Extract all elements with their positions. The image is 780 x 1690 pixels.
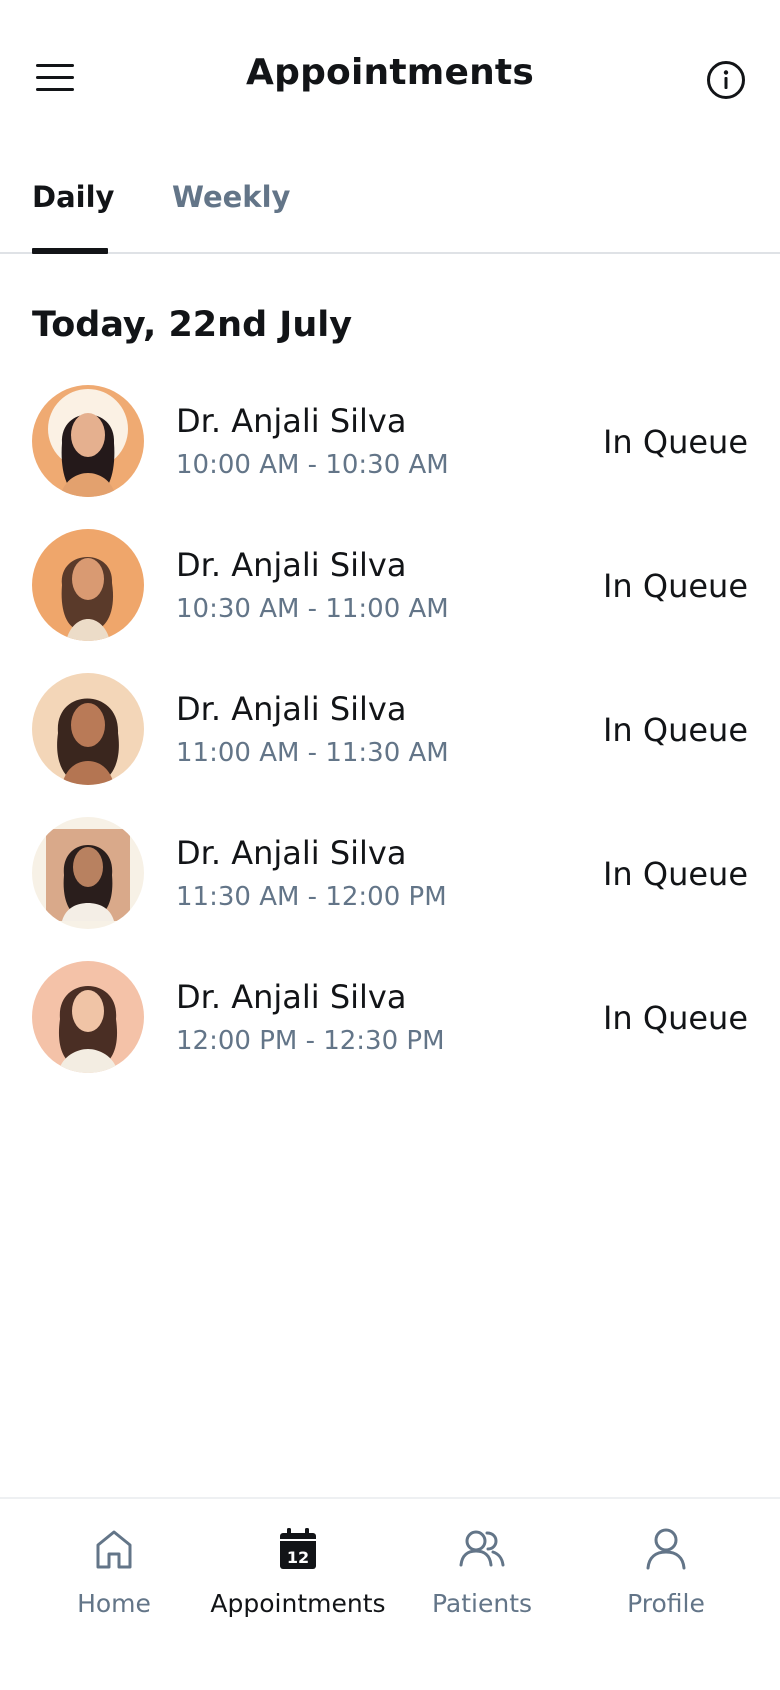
appointment-time: 11:30 AM - 12:00 PM (176, 882, 447, 912)
appointment-row[interactable]: Dr. Anjali Silva 10:00 AM - 10:30 AM In … (0, 385, 780, 529)
tab-bar: Daily Weekly (0, 170, 780, 254)
doctor-name: Dr. Anjali Silva (176, 978, 407, 1016)
status-label: In Queue (602, 999, 748, 1037)
doctor-name: Dr. Anjali Silva (176, 546, 407, 584)
appointment-time: 10:30 AM - 11:00 AM (176, 594, 449, 624)
nav-home[interactable]: Home (24, 1527, 204, 1618)
info-icon[interactable] (706, 60, 746, 100)
nav-home-label: Home (77, 1589, 151, 1618)
status-label: In Queue (602, 855, 748, 893)
avatar (32, 673, 144, 785)
nav-appointments[interactable]: 12 Appointments (208, 1527, 388, 1618)
appointment-time: 12:00 PM - 12:30 PM (176, 1026, 445, 1056)
status-label: In Queue (602, 711, 748, 749)
appointment-row[interactable]: Dr. Anjali Silva 10:30 AM - 11:00 AM In … (0, 529, 780, 673)
nav-profile[interactable]: Profile (576, 1527, 756, 1618)
appointment-time: 10:00 AM - 10:30 AM (176, 450, 449, 480)
doctor-name: Dr. Anjali Silva (176, 402, 407, 440)
doctor-name: Dr. Anjali Silva (176, 690, 407, 728)
tab-weekly[interactable]: Weekly (172, 180, 290, 214)
avatar (32, 817, 144, 929)
nav-appointments-label: Appointments (210, 1589, 386, 1618)
appointment-row[interactable]: Dr. Anjali Silva 12:00 PM - 12:30 PM In … (0, 961, 780, 1105)
calendar-badge: 12 (287, 1548, 309, 1567)
nav-patients[interactable]: Patients (392, 1527, 572, 1618)
avatar (32, 385, 144, 497)
section-title: Today, 22nd July (32, 305, 353, 345)
bottom-navigation: Home 12 Appointments Patients Profile (0, 1497, 780, 1690)
avatar (32, 961, 144, 1073)
appointment-list: Dr. Anjali Silva 10:00 AM - 10:30 AM In … (0, 385, 780, 1105)
nav-patients-label: Patients (431, 1589, 533, 1618)
top-app-bar: Appointments (0, 0, 780, 160)
appointment-row[interactable]: Dr. Anjali Silva 11:00 AM - 11:30 AM In … (0, 673, 780, 817)
doctor-name: Dr. Anjali Silva (176, 834, 407, 872)
users-icon (459, 1530, 505, 1567)
status-label: In Queue (602, 423, 748, 461)
status-label: In Queue (602, 567, 748, 605)
home-icon (96, 1530, 132, 1569)
nav-profile-label: Profile (627, 1589, 705, 1618)
active-tab-indicator (32, 248, 108, 254)
avatar (32, 529, 144, 641)
appointment-row[interactable]: Dr. Anjali Silva 11:30 AM - 12:00 PM In … (0, 817, 780, 961)
page-title: Appointments (246, 52, 534, 93)
user-icon (646, 1528, 686, 1570)
appointment-time: 11:00 AM - 11:30 AM (176, 738, 449, 768)
calendar-icon: 12 (280, 1528, 316, 1569)
tab-daily[interactable]: Daily (32, 180, 114, 214)
